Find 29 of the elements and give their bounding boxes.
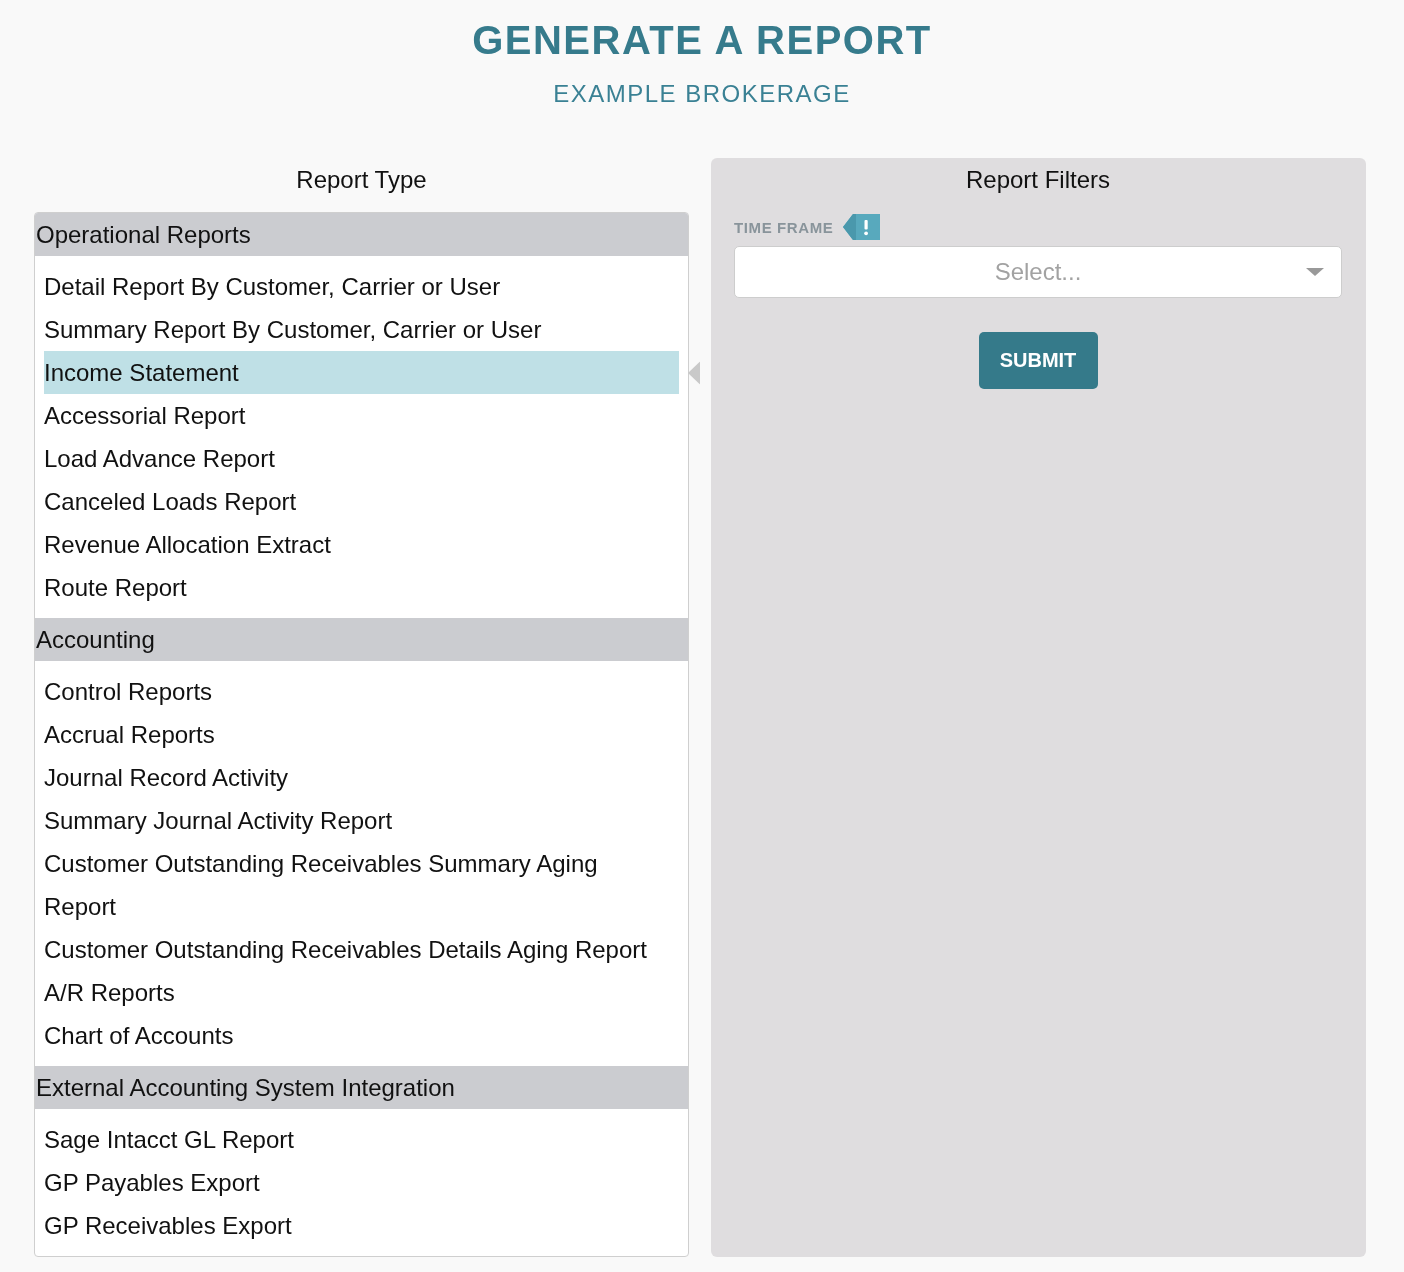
report-list-item[interactable]: Summary Report By Customer, Carrier or User bbox=[44, 308, 679, 351]
report-list-item[interactable]: Detail Report By Customer, Carrier or User bbox=[44, 265, 679, 308]
group-header: Accounting bbox=[35, 618, 688, 661]
report-list-item[interactable]: Revenue Allocation Extract bbox=[44, 523, 679, 566]
report-list-item[interactable]: Customer Outstanding Receivables Summary Aging Report bbox=[44, 842, 679, 928]
page-subtitle: EXAMPLE BROKERAGE bbox=[553, 79, 851, 109]
report-list-item[interactable]: Summary Journal Activity Report bbox=[44, 799, 679, 842]
report-list-item[interactable]: Load Advance Report bbox=[44, 437, 679, 480]
column-heading: Report Type bbox=[296, 165, 427, 195]
report-list-item[interactable]: Customer Outstanding Receivables Details Aging Report bbox=[44, 928, 679, 971]
report-list-item[interactable]: A/R Reports bbox=[44, 971, 679, 1014]
report-list-item[interactable]: Accessorial Report bbox=[44, 394, 679, 437]
time-frame-select[interactable]: Select... bbox=[734, 246, 1342, 298]
report-list-item[interactable]: Journal Record Activity bbox=[44, 756, 679, 799]
report-list-item[interactable]: Chart of Accounts bbox=[44, 1014, 679, 1057]
panel-heading: Report Filters bbox=[965, 165, 1110, 195]
group-header: External Accounting System Integration bbox=[35, 1066, 688, 1109]
report-list-item[interactable]: Accrual Reports bbox=[44, 713, 679, 756]
report-list-item[interactable]: GP Payables Export bbox=[44, 1161, 679, 1204]
page-title: GENERATE A REPORT bbox=[472, 17, 932, 64]
report-list-item[interactable]: Sage Intacct GL Report bbox=[44, 1118, 679, 1161]
report-list-item[interactable]: GP Receivables Export bbox=[44, 1204, 679, 1247]
report-list-item[interactable]: Canceled Loads Report bbox=[44, 480, 679, 523]
dropdown-caret-icon bbox=[1306, 268, 1324, 276]
report-list-item[interactable]: Control Reports bbox=[44, 670, 679, 713]
group-header: Operational Reports bbox=[35, 213, 688, 256]
submit-button[interactable]: SUBMIT bbox=[978, 332, 1098, 389]
field-label: TIME FRAME bbox=[734, 218, 834, 236]
report-list-item[interactable]: Route Report bbox=[44, 566, 679, 609]
